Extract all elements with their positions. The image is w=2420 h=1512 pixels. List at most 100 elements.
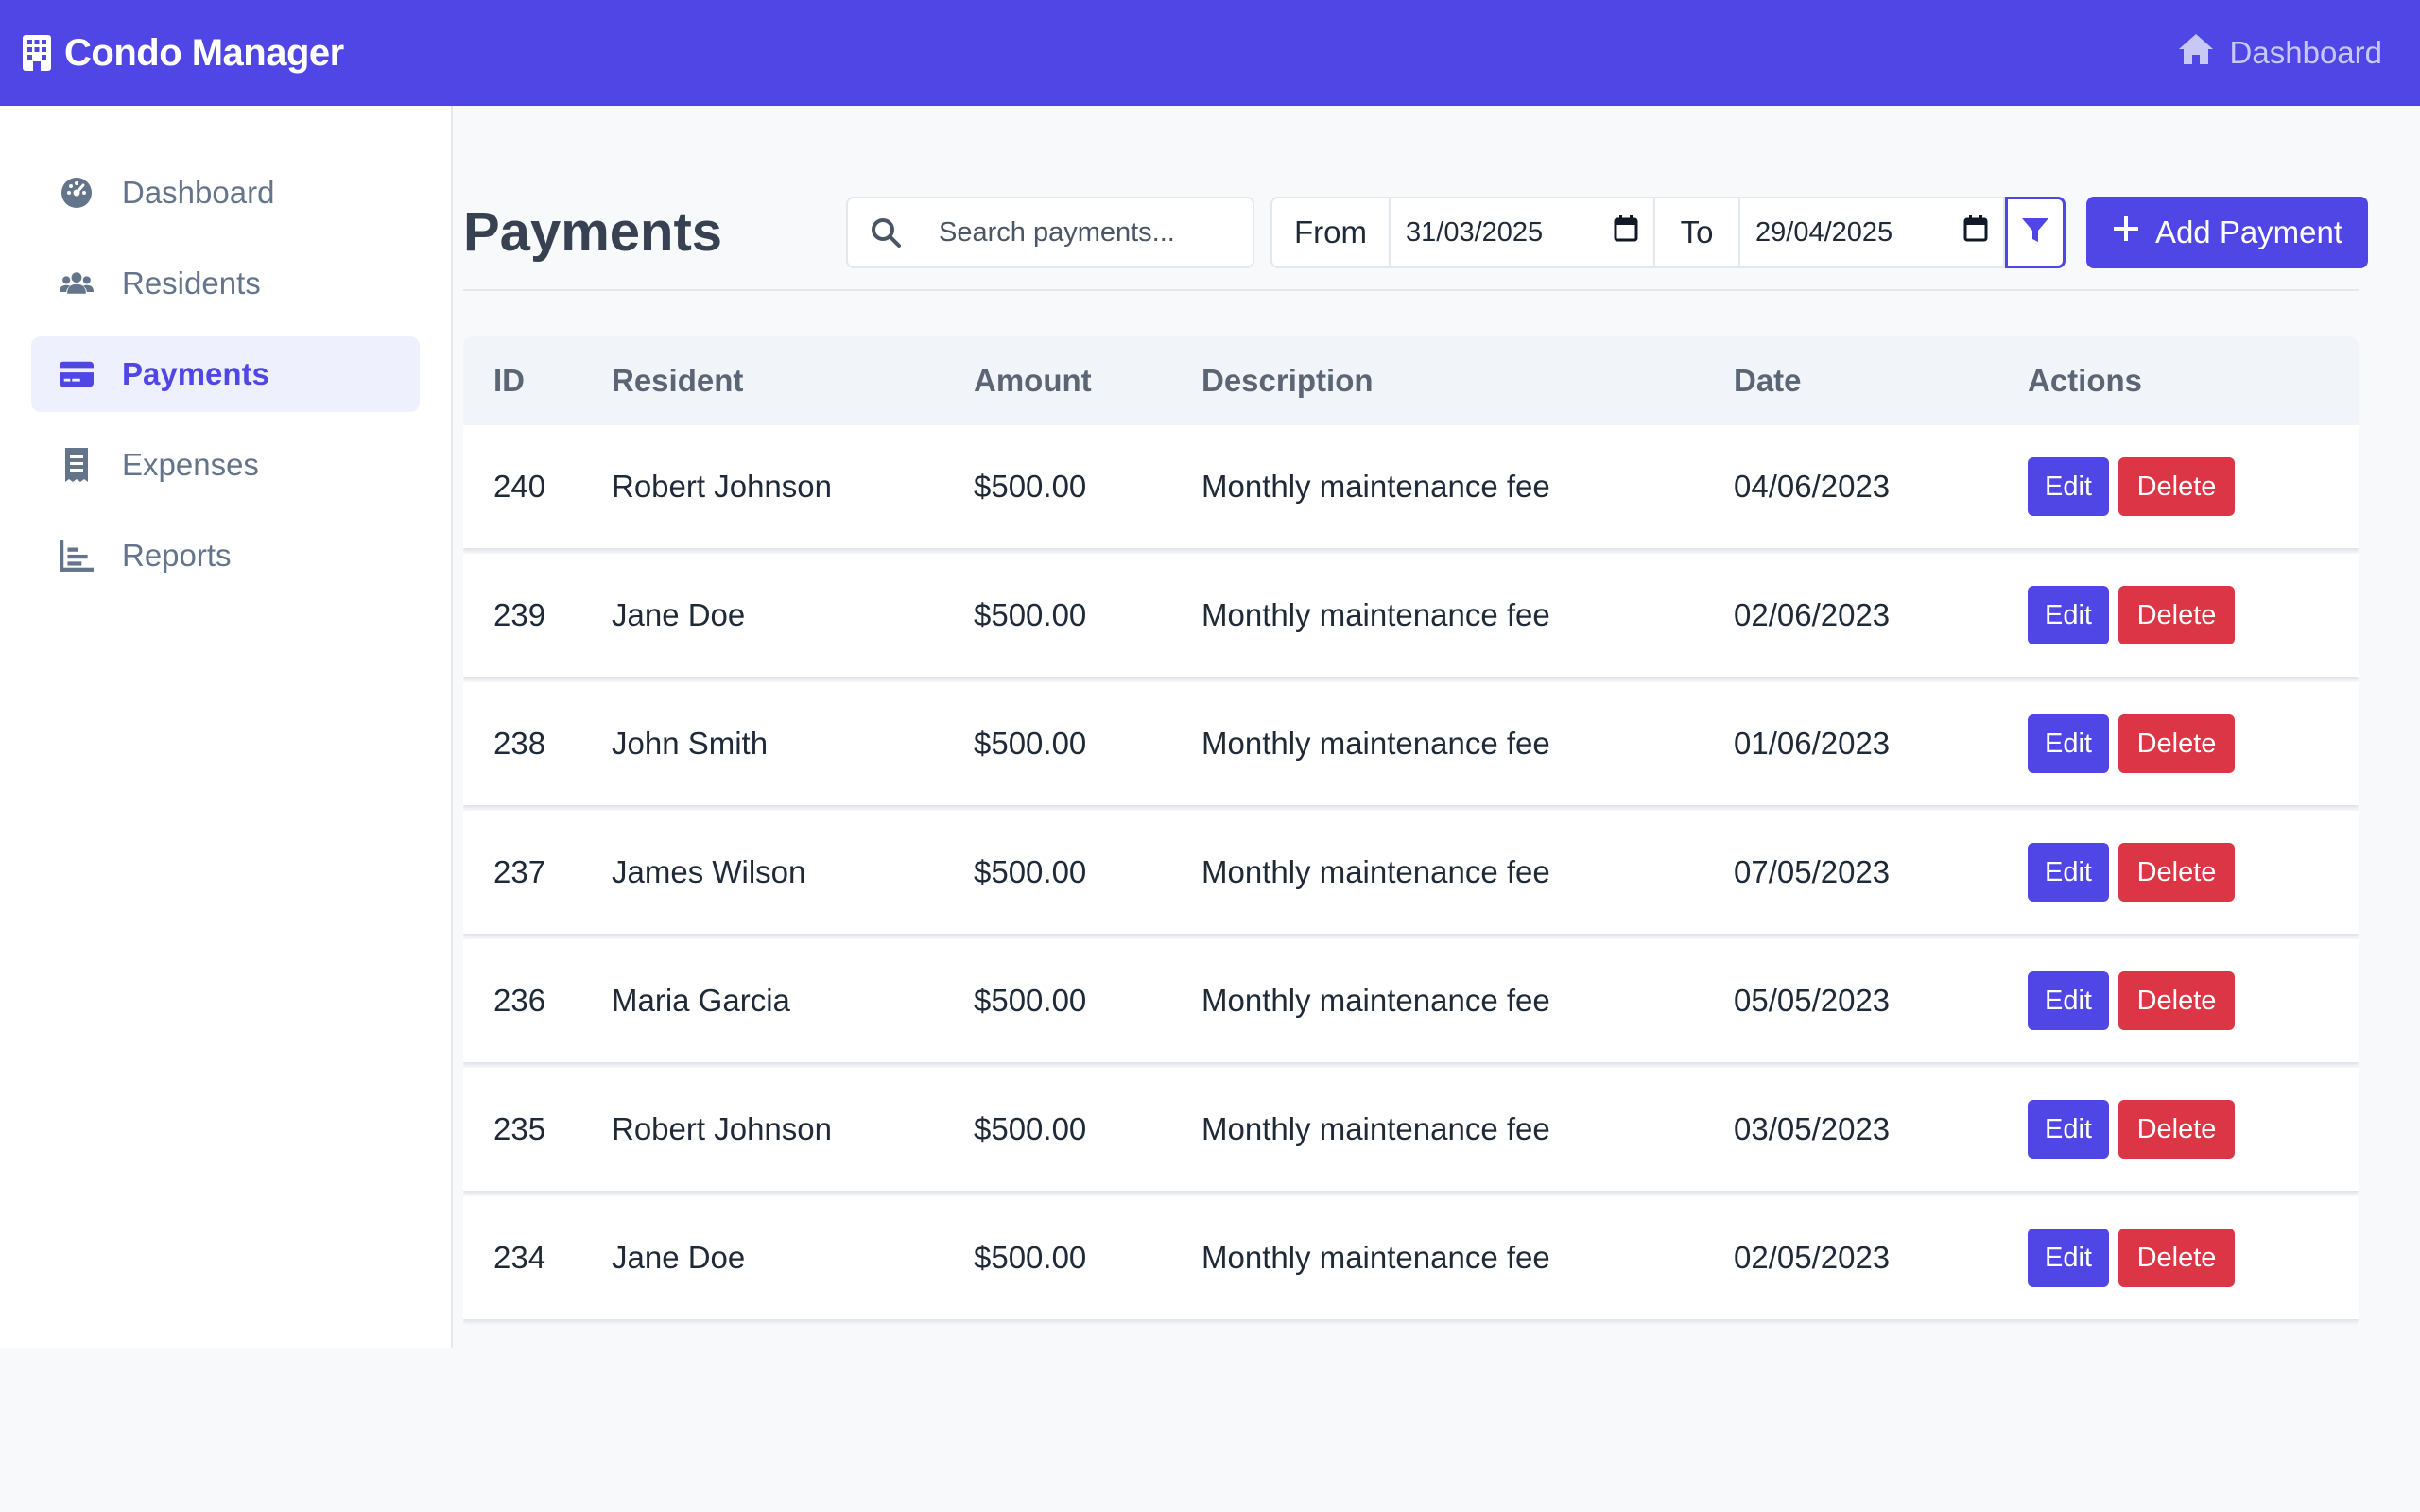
delete-button[interactable]: Delete <box>2118 457 2235 516</box>
edit-button[interactable]: Edit <box>2028 586 2109 644</box>
from-date-input[interactable]: 31/03/2025 <box>1391 197 1655 268</box>
cell-description: Monthly maintenance fee <box>1201 1240 1550 1275</box>
to-label: To <box>1655 197 1740 268</box>
column-header-id[interactable]: ID <box>463 363 612 399</box>
cell-id: 234 <box>493 1240 546 1275</box>
cell-description: Monthly maintenance fee <box>1201 854 1550 889</box>
cell-date: 04/06/2023 <box>1734 469 1891 504</box>
table-row: 235 Robert Johnson $500.00 Monthly maint… <box>463 1068 2359 1191</box>
cell-actions: Edit Delete <box>2028 457 2359 516</box>
cell-amount: $500.00 <box>974 854 1087 889</box>
cell-date: 05/05/2023 <box>1734 983 1891 1018</box>
cell-amount: $500.00 <box>974 1240 1087 1275</box>
sidebar-item-label: Payments <box>122 356 269 391</box>
cell-resident: James Wilson <box>612 854 806 889</box>
edit-button[interactable]: Edit <box>2028 971 2109 1030</box>
cell-actions: Edit Delete <box>2028 971 2359 1030</box>
calendar-icon[interactable] <box>1963 215 1988 249</box>
delete-button[interactable]: Delete <box>2118 971 2235 1030</box>
brand[interactable]: Condo Manager <box>23 32 344 75</box>
search-input[interactable] <box>939 216 1251 249</box>
column-header-description[interactable]: Description <box>1201 363 1734 399</box>
plus-icon <box>2112 215 2140 250</box>
filter-icon <box>2021 216 2049 249</box>
edit-button[interactable]: Edit <box>2028 714 2109 773</box>
gauge-icon <box>60 176 94 210</box>
delete-button[interactable]: Delete <box>2118 1100 2235 1159</box>
cell-id: 235 <box>493 1111 546 1146</box>
sidebar-item-label: Expenses <box>122 447 259 482</box>
add-payment-button[interactable]: Add Payment <box>2086 197 2368 268</box>
cell-date: 03/05/2023 <box>1734 1111 1891 1146</box>
app-name: Condo Manager <box>64 31 344 74</box>
cell-actions: Edit Delete <box>2028 843 2359 902</box>
column-header-amount[interactable]: Amount <box>974 363 1201 399</box>
cell-resident: Jane Doe <box>612 597 746 632</box>
sidebar-item-label: Residents <box>122 266 261 301</box>
cell-actions: Edit Delete <box>2028 1100 2359 1159</box>
cell-amount: $500.00 <box>974 597 1087 632</box>
sidebar-item-label: Dashboard <box>122 175 275 210</box>
to-date-input[interactable]: 29/04/2025 <box>1740 197 2005 268</box>
edit-button[interactable]: Edit <box>2028 843 2109 902</box>
top-navbar: Condo Manager Dashboard <box>0 0 2420 106</box>
cell-resident: Robert Johnson <box>612 469 832 504</box>
sidebar-item-reports[interactable]: Reports <box>31 518 420 593</box>
cell-resident: John Smith <box>612 726 769 761</box>
edit-button[interactable]: Edit <box>2028 457 2109 516</box>
cell-amount: $500.00 <box>974 1111 1087 1146</box>
from-date-value: 31/03/2025 <box>1406 216 1544 248</box>
to-date-value: 29/04/2025 <box>1755 216 1893 248</box>
sidebar: Dashboard Residents Payments Expenses Re… <box>0 106 453 1348</box>
top-dashboard-link[interactable]: Dashboard <box>2177 32 2382 74</box>
table-row: 238 John Smith $500.00 Monthly maintenan… <box>463 682 2359 805</box>
table-row: 236 Maria Garcia $500.00 Monthly mainten… <box>463 939 2359 1062</box>
cell-description: Monthly maintenance fee <box>1201 983 1550 1018</box>
filter-button[interactable] <box>2005 197 2066 268</box>
sidebar-item-expenses[interactable]: Expenses <box>31 427 420 503</box>
edit-button[interactable]: Edit <box>2028 1100 2109 1159</box>
cell-actions: Edit Delete <box>2028 586 2359 644</box>
cell-id: 237 <box>493 854 546 889</box>
cell-date: 02/06/2023 <box>1734 597 1891 632</box>
table-row: 239 Jane Doe $500.00 Monthly maintenance… <box>463 554 2359 677</box>
receipt-icon <box>60 448 94 482</box>
table-row: 240 Robert Johnson $500.00 Monthly maint… <box>463 425 2359 548</box>
sidebar-item-dashboard[interactable]: Dashboard <box>31 155 420 231</box>
column-header-resident[interactable]: Resident <box>612 363 974 399</box>
cell-description: Monthly maintenance fee <box>1201 469 1550 504</box>
sidebar-item-residents[interactable]: Residents <box>31 246 420 321</box>
cell-resident: Maria Garcia <box>612 983 790 1018</box>
column-header-actions: Actions <box>2028 363 2143 398</box>
cell-id: 239 <box>493 597 546 632</box>
cell-amount: $500.00 <box>974 469 1087 504</box>
delete-button[interactable]: Delete <box>2118 843 2235 902</box>
edit-button[interactable]: Edit <box>2028 1228 2109 1287</box>
cell-date: 01/06/2023 <box>1734 726 1891 761</box>
page-title: Payments <box>463 201 723 263</box>
sidebar-item-label: Reports <box>122 538 232 573</box>
cell-amount: $500.00 <box>974 983 1087 1018</box>
main-content: Payments From 31/03/2025 <box>454 106 2420 1348</box>
cell-description: Monthly maintenance fee <box>1201 726 1550 761</box>
cell-actions: Edit Delete <box>2028 714 2359 773</box>
search-box[interactable] <box>846 197 1254 268</box>
cell-id: 238 <box>493 726 546 761</box>
home-icon <box>2177 32 2215 74</box>
cell-resident: Robert Johnson <box>612 1111 832 1146</box>
page-header: Payments From 31/03/2025 <box>463 197 2368 291</box>
delete-button[interactable]: Delete <box>2118 586 2235 644</box>
calendar-icon[interactable] <box>1614 215 1638 249</box>
top-dashboard-label: Dashboard <box>2229 35 2382 70</box>
column-header-date[interactable]: Date <box>1734 363 2028 399</box>
delete-button[interactable]: Delete <box>2118 1228 2235 1287</box>
delete-button[interactable]: Delete <box>2118 714 2235 773</box>
cell-id: 236 <box>493 983 546 1018</box>
cell-id: 240 <box>493 469 546 504</box>
table-header: ID Resident Amount Description Date Acti… <box>463 336 2359 425</box>
credit-card-icon <box>60 357 94 391</box>
cell-amount: $500.00 <box>974 726 1087 761</box>
table-row: 237 James Wilson $500.00 Monthly mainten… <box>463 811 2359 934</box>
sidebar-item-payments[interactable]: Payments <box>31 336 420 412</box>
add-payment-label: Add Payment <box>2154 215 2343 249</box>
